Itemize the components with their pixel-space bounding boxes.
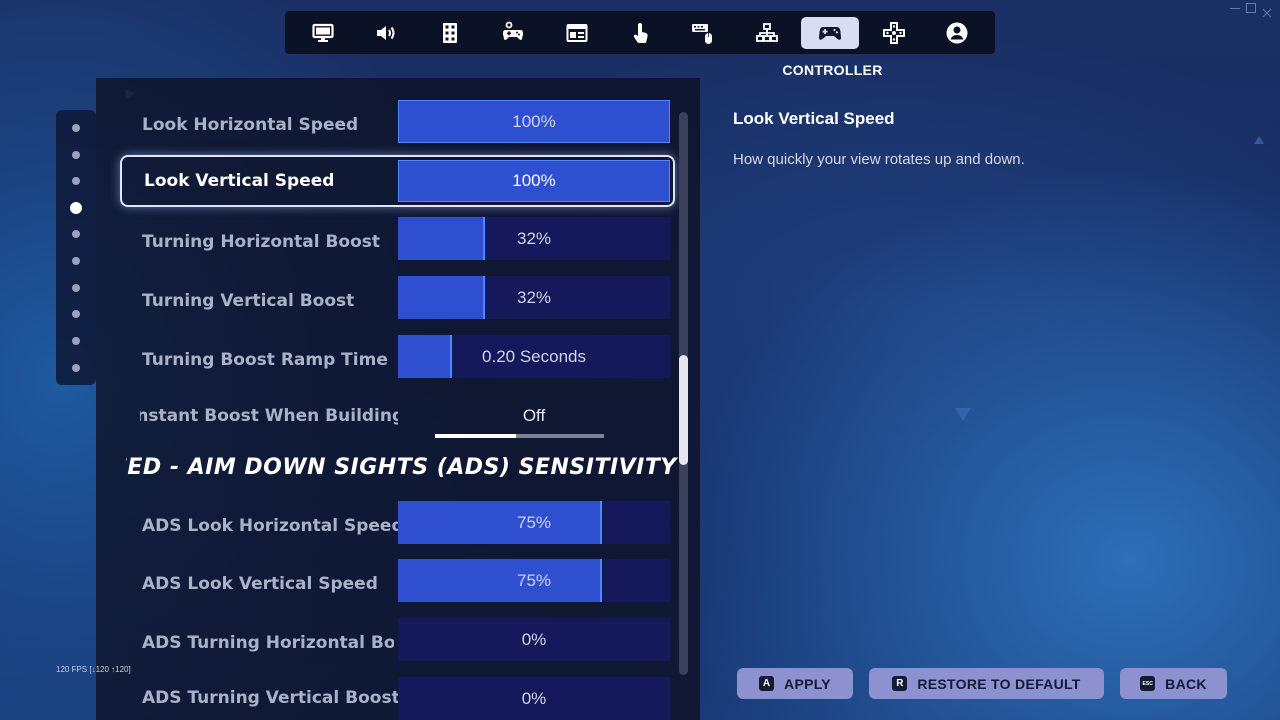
setting-row-ads-look-horizontal-speed[interactable]: ADS Look Horizontal Speed 75% [120, 500, 675, 552]
tab-accessibility[interactable] [421, 17, 479, 49]
setting-slider[interactable]: 0.20 Seconds [398, 335, 670, 378]
page-dot[interactable] [72, 151, 80, 159]
account-icon [946, 22, 968, 43]
setting-slider[interactable]: 75% [398, 559, 670, 602]
tab-controller-bindings[interactable] [865, 17, 923, 49]
back-button[interactable]: ESC BACK [1120, 668, 1227, 699]
setting-label: Turning Boost Ramp Time [142, 350, 388, 370]
setting-slider[interactable]: 32% [398, 217, 670, 260]
tab-input[interactable] [484, 17, 542, 49]
tab-audio[interactable] [357, 17, 415, 49]
tab-keyboard-mouse[interactable] [674, 17, 732, 49]
background-triangle [955, 408, 971, 421]
page-dot-active[interactable] [70, 202, 82, 214]
restore-button-label: RESTORE TO DEFAULT [917, 675, 1081, 692]
page-dot[interactable] [72, 177, 80, 185]
gamepad-icon [819, 26, 842, 40]
description-text: How quickly your view rotates up and dow… [733, 151, 1025, 168]
touch-icon [633, 22, 648, 43]
setting-row-look-horizontal-speed[interactable]: Look Horizontal Speed 100% [120, 99, 675, 151]
setting-label: ADS Turning Horizontal Boost [142, 633, 394, 653]
slider-value: 100% [512, 171, 556, 190]
slider-value: 32% [516, 228, 552, 248]
page-indicator [56, 110, 96, 385]
setting-row-turning-horizontal-boost[interactable]: Turning Horizontal Boost 32% [120, 216, 675, 268]
setting-label: Turning Horizontal Boost [142, 232, 381, 252]
setting-slider[interactable]: 0% [398, 618, 670, 661]
page-dot[interactable] [72, 230, 80, 238]
page-dot[interactable] [72, 364, 80, 372]
setting-label: Turning Vertical Boost [142, 291, 355, 311]
slider-value: 0% [521, 688, 547, 708]
back-button-label: BACK [1165, 675, 1207, 692]
hierarchy-icon [755, 22, 778, 42]
setting-label: Look Horizontal Speed [142, 115, 359, 135]
toggle-option-off-indicator[interactable] [435, 434, 523, 438]
setting-slider[interactable]: 100% [398, 160, 670, 202]
page-dot[interactable] [72, 124, 80, 132]
page-dot[interactable] [72, 284, 80, 292]
setting-label-text: Instant Boost When Building [140, 406, 398, 426]
tab-account[interactable] [928, 17, 986, 49]
page-dot[interactable] [72, 310, 80, 318]
settings-tab-bar [285, 11, 995, 54]
key-esc-icon: ESC [1140, 676, 1156, 691]
gamepad-gear-icon [503, 21, 524, 40]
slider-value: 0% [521, 629, 547, 649]
accessibility-grid-icon [442, 22, 457, 43]
keyboard-mouse-icon [692, 23, 713, 44]
apply-button-label: APPLY [784, 675, 831, 692]
scrollbar-track[interactable] [679, 112, 688, 675]
setting-slider[interactable]: 0% [398, 677, 670, 720]
apply-button[interactable]: A APPLY [737, 668, 853, 699]
tab-hierarchy[interactable] [738, 17, 796, 49]
restore-default-button[interactable]: R RESTORE TO DEFAULT [869, 668, 1104, 699]
tab-display[interactable] [294, 17, 352, 49]
setting-label: Instant Boost When Building [140, 401, 398, 431]
slider-value: 75% [516, 570, 552, 590]
tab-game-ui[interactable] [548, 17, 606, 49]
fps-counter: 120 FPS [↓120 ↑120] [56, 665, 131, 674]
setting-row-turning-boost-ramp-time[interactable]: Turning Boost Ramp Time 0.20 Seconds [120, 334, 675, 386]
slider-value: 32% [516, 287, 552, 307]
setting-slider[interactable]: 100% [398, 100, 670, 143]
setting-slider[interactable]: 32% [398, 276, 670, 319]
maximize-icon[interactable] [1246, 3, 1256, 13]
setting-row-ads-turning-horizontal-boost[interactable]: ADS Turning Horizontal Boost 0% [120, 617, 675, 669]
setting-label: ADS Look Vertical Speed [142, 574, 378, 594]
minimize-icon[interactable] [1230, 3, 1240, 9]
speaker-icon [377, 25, 395, 40]
page-dot[interactable] [72, 257, 80, 265]
setting-label: Look Vertical Speed [144, 171, 335, 191]
window-controls [1230, 3, 1272, 18]
section-header: ADVANCED - AIM DOWN SIGHTS (ADS) SENSITI… [126, 455, 678, 487]
background-triangle [1254, 136, 1264, 144]
key-r-icon: R [892, 676, 908, 691]
key-a-icon: A [759, 676, 775, 691]
slider-value: 0.20 Seconds [482, 346, 586, 366]
setting-row-turning-vertical-boost[interactable]: Turning Vertical Boost 32% [120, 275, 675, 327]
setting-row-look-vertical-speed[interactable]: Look Vertical Speed 100% [120, 155, 675, 207]
dpad-icon [882, 21, 905, 44]
tab-touch[interactable] [611, 17, 669, 49]
scrollbar-thumb[interactable] [679, 355, 688, 465]
setting-row-ads-look-vertical-speed[interactable]: ADS Look Vertical Speed 75% [120, 558, 675, 610]
setting-row-ads-turning-vertical-boost[interactable]: ADS Turning Vertical Boost 0% [120, 676, 675, 720]
active-tab-title: CONTROLLER [782, 62, 883, 78]
setting-row-instant-boost-when-building[interactable]: Instant Boost When Building Off [120, 401, 675, 445]
slider-value: 75% [516, 512, 552, 532]
page-dot[interactable] [72, 337, 80, 345]
monitor-icon [312, 23, 334, 42]
setting-label: ADS Turning Vertical Boost [142, 688, 400, 708]
slider-value: 100% [512, 111, 556, 131]
description-title: Look Vertical Speed [733, 109, 895, 128]
setting-label: ADS Look Horizontal Speed [142, 516, 400, 536]
toggle-value[interactable]: Off [398, 401, 670, 431]
tab-controller[interactable] [801, 16, 860, 49]
section-header-text: ADVANCED - AIM DOWN SIGHTS (ADS) SENSITI… [126, 455, 677, 480]
window-layout-icon [566, 23, 588, 42]
close-icon[interactable] [1262, 3, 1272, 18]
toggle-option-on-indicator[interactable] [516, 434, 604, 438]
setting-slider[interactable]: 75% [398, 501, 670, 544]
